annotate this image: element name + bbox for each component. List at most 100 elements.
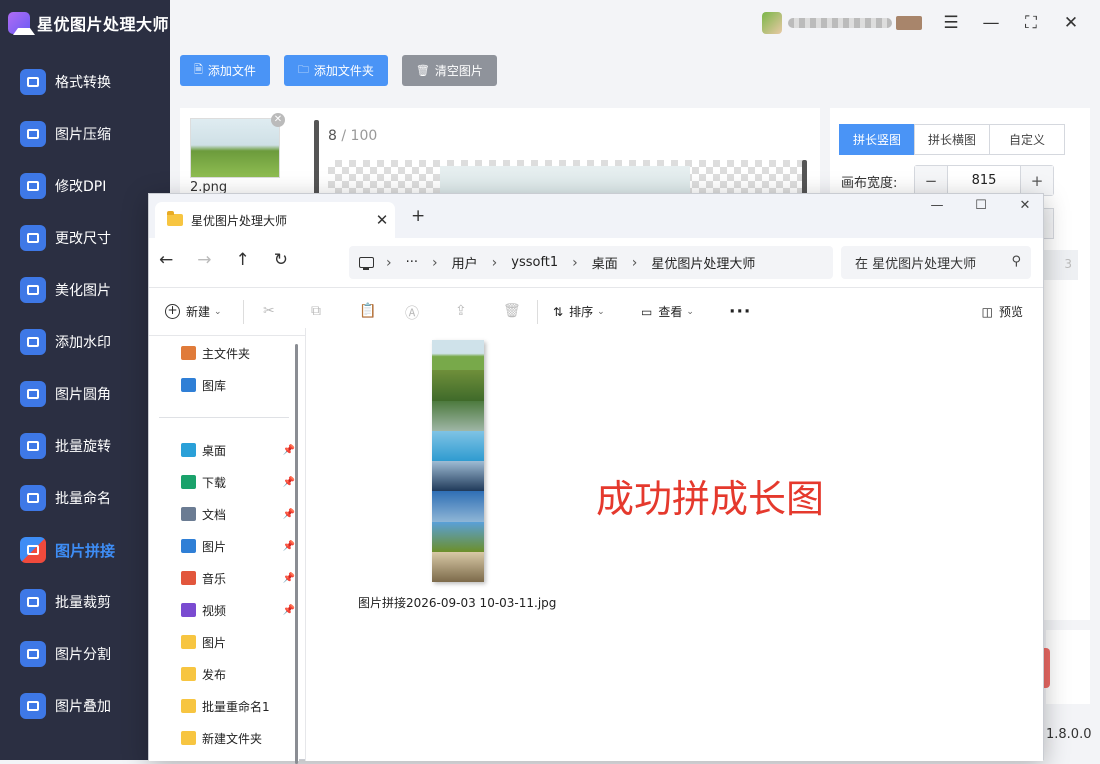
nav-pane-item[interactable]: 音乐 📌 [149,562,299,594]
refresh-icon[interactable]: ↻ [274,250,288,270]
nav-item-10[interactable]: 批量裁剪 [0,576,170,628]
nav-item-label: 批量命名 [55,491,111,507]
address-bar[interactable]: › ··· › 用户 › yssoft1 › 桌面 › 星优图片处理大师 [349,246,833,279]
resize-icon [20,225,46,251]
explorer-maximize-button[interactable]: ☐ [969,198,993,213]
close-button[interactable]: ✕ [1060,12,1082,34]
nav-pane-item[interactable]: 主文件夹 [149,337,299,369]
stitch-mode-tab-2[interactable]: 自定义 [989,124,1065,155]
nav-item-0[interactable]: 格式转换 [0,56,170,108]
rename-icon [20,485,46,511]
increment-button[interactable]: + [1021,166,1053,195]
remove-image-icon[interactable]: ✕ [271,113,285,127]
nav-item-1[interactable]: 图片压缩 [0,108,170,160]
chevron-right-icon[interactable]: › [432,255,438,271]
add-folder-button[interactable]: 🗀 添加文件夹 [283,55,388,86]
nav-item-4[interactable]: 美化图片 [0,264,170,316]
folder-icon [181,475,196,489]
paste-icon[interactable]: 📋 [359,303,376,319]
trash-icon: 🗑 [415,64,430,77]
nav-pane-item[interactable]: 视频 📌 [149,594,299,626]
minimize-button[interactable]: — [980,12,1002,34]
nav-pane-label: 图片 [202,539,227,554]
rename-icon[interactable]: Ⓐ [405,303,419,323]
stitch-icon [20,537,46,563]
nav-item-11[interactable]: 图片分割 [0,628,170,680]
canvas-width-value[interactable]: 815 [947,166,1021,195]
hidden-field[interactable]: 3 [1042,250,1078,280]
start-panel [1046,630,1090,704]
nav-pane-item[interactable]: 图片 📌 [149,530,299,562]
new-tab-button[interactable]: + [411,206,425,226]
nav-item-8[interactable]: 批量命名 [0,472,170,524]
nav-item-12[interactable]: 图片叠加 [0,680,170,732]
delete-icon[interactable]: 🗑 [503,303,521,319]
new-button[interactable]: + 新建 ⌄ [165,303,222,320]
clear-images-button[interactable]: 🗑 清空图片 [401,55,497,86]
copy-icon[interactable]: ⧉ [311,303,321,319]
nav-pane-item[interactable]: 下载 📌 [149,466,299,498]
image-count: 8 / 100 [328,128,378,144]
canvas-width-stepper[interactable]: − 815 + [914,165,1054,196]
folder-icon [181,603,196,617]
more-options-button[interactable]: ··· [729,302,751,322]
nav-pane-item[interactable]: 发布 [149,658,299,690]
nav-item-5[interactable]: 添加水印 [0,316,170,368]
forward-arrow-icon[interactable]: → [197,250,211,270]
folder-icon [181,699,196,713]
explorer-minimize-button[interactable]: — [925,198,949,213]
nav-buttons: ← → ↑ ↻ [159,250,288,270]
decrement-button[interactable]: − [915,166,947,195]
nav-pane-item[interactable]: 桌面 📌 [149,434,299,466]
breadcrumb-item[interactable]: 星优图片处理大师 [651,253,755,272]
stitch-mode-tab-1[interactable]: 拼长横图 [914,124,990,155]
user-account[interactable] [762,12,922,34]
nav-item-3[interactable]: 更改尺寸 [0,212,170,264]
nav-item-2[interactable]: 修改DPI [0,160,170,212]
close-tab-icon[interactable]: ✕ [369,211,395,229]
explorer-tab[interactable]: 星优图片处理大师 ✕ [155,202,395,238]
file-name[interactable]: 图片拼接2026-09-03 10-03-11.jpg [358,594,556,611]
navigation-scrollbar[interactable] [295,344,298,764]
stitch-mode-tab-0[interactable]: 拼长竖图 [839,124,915,155]
avatar[interactable] [762,12,782,34]
share-icon[interactable]: ⇪ [455,303,467,319]
nav-item-6[interactable]: 图片圆角 [0,368,170,420]
explorer-close-button[interactable]: ✕ [1013,198,1037,213]
preview-pane-button[interactable]: ◫ 预览 [982,303,1023,320]
breadcrumb-item[interactable]: 用户 [452,253,478,272]
pin-icon: 📌 [282,604,295,616]
nav-pane-item[interactable]: 图片 [149,626,299,658]
beautify-icon [20,277,46,303]
back-arrow-icon[interactable]: ← [159,250,173,270]
nav-item-7[interactable]: 批量旋转 [0,420,170,472]
nav-item-9[interactable]: 图片拼接 [0,524,170,576]
folder-outline-icon: 🗀 [297,63,309,76]
settings-sliders-icon[interactable]: ☰ [940,12,962,34]
view-button[interactable]: ▭ 查看 ⌄ [641,303,694,320]
search-box[interactable]: 在 星优图片处理大师 ⚲ [841,246,1031,279]
chevron-right-icon[interactable]: › [492,255,498,271]
image-thumbnail[interactable]: ✕ [190,113,285,178]
sort-button[interactable]: ⇅ 排序 ⌄ [553,303,605,320]
nav-pane-item[interactable]: 文档 📌 [149,498,299,530]
nav-item-label: 图片分割 [55,647,111,663]
maximize-button[interactable]: ⛶ [1020,12,1042,34]
chevron-right-icon[interactable]: › [386,255,392,271]
chevron-right-icon[interactable]: › [572,255,578,271]
nav-pane-item[interactable]: 新建文件夹 [149,722,299,754]
long-image-thumbnail[interactable] [432,340,484,582]
split-icon [20,641,46,667]
nav-item-label: 批量裁剪 [55,595,111,611]
up-arrow-icon[interactable]: ↑ [236,250,250,270]
breadcrumb-item[interactable]: 桌面 [592,253,618,272]
breadcrumb-item[interactable]: yssoft1 [511,255,558,270]
nav-pane-item[interactable]: 图库 [149,369,299,401]
add-file-button[interactable]: 🗎 添加文件 [180,55,270,86]
nav-pane-item[interactable]: 批量重命名1 [149,690,299,722]
window-controls: ☰ — ⛶ ✕ [940,12,1082,34]
chevron-right-icon[interactable]: › [632,255,638,271]
cut-icon[interactable]: ✂ [263,303,275,319]
app-titlebar: ☰ — ⛶ ✕ [170,0,1100,46]
overflow-crumbs[interactable]: ··· [406,255,418,270]
